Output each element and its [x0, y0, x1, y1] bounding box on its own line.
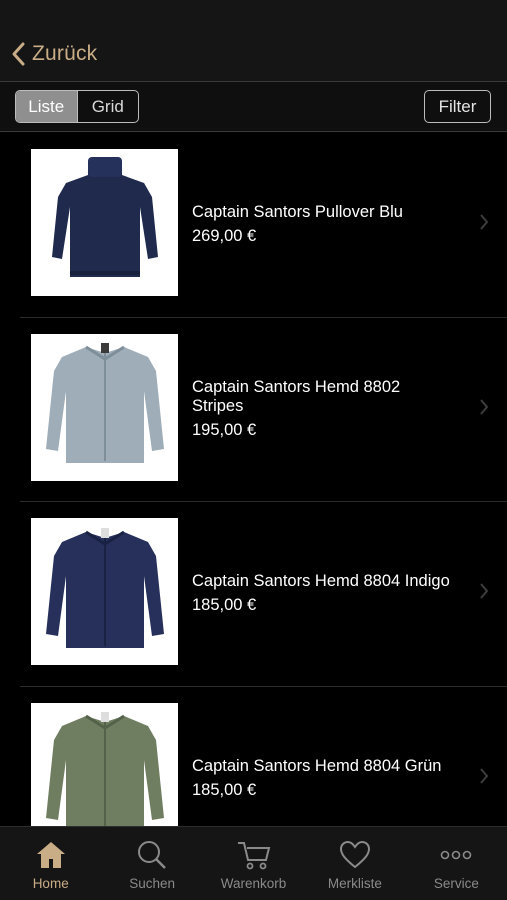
- view-toolbar: Liste Grid Filter: [0, 82, 507, 132]
- product-list[interactable]: Captain Santors Pullover Blu 269,00 € Ca…: [0, 133, 507, 826]
- tab-label: Home: [32, 876, 69, 891]
- chevron-left-icon: [12, 42, 25, 66]
- product-image: [31, 149, 178, 296]
- product-name: Captain Santors Hemd 8804 Grün: [192, 756, 442, 775]
- product-price: 195,00 €: [192, 421, 257, 439]
- cart-icon: [237, 842, 270, 870]
- product-name: Captain Santors Hemd 8804 Indigo: [192, 572, 450, 590]
- tab-suchen[interactable]: Suchen: [101, 827, 202, 900]
- product-info: Captain Santors Hemd 8804 Indigo 185,00 …: [192, 502, 452, 686]
- product-row[interactable]: Captain Santors Hemd 8804 Indigo 185,00 …: [20, 502, 507, 687]
- tab-label: Warenkorb: [220, 876, 287, 891]
- chevron-right-icon: [480, 583, 489, 599]
- product-row[interactable]: Captain Santors Hemd 8802 Stripes 195,00…: [20, 318, 507, 502]
- view-mode-segmented-control: Liste Grid: [15, 90, 139, 123]
- heart-icon: [339, 840, 370, 869]
- chevron-right-icon: [480, 767, 489, 784]
- sweater-image: [51, 156, 158, 277]
- shirt-image: [45, 527, 164, 648]
- product-image: [31, 333, 178, 481]
- product-image: [31, 518, 178, 665]
- back-label: Zurück: [32, 42, 98, 65]
- tab-warenkorb[interactable]: Warenkorb: [203, 827, 304, 900]
- segment-grid[interactable]: Grid: [76, 91, 139, 122]
- product-list-screen: Zurück Liste Grid Filter Captain Santors…: [0, 0, 507, 900]
- home-icon: [36, 842, 65, 868]
- tab-label: Suchen: [129, 876, 175, 891]
- search-icon: [138, 841, 166, 869]
- product-row[interactable]: Captain Santors Pullover Blu 269,00 €: [20, 133, 507, 318]
- chevron-right-icon: [480, 398, 489, 415]
- tab-home[interactable]: Home: [0, 827, 101, 900]
- tab-service[interactable]: Service: [406, 827, 507, 900]
- product-name: Captain Santors Pullover Blu: [192, 203, 403, 221]
- segment-liste[interactable]: Liste: [16, 91, 77, 122]
- shirt-image: [45, 712, 164, 826]
- navigation-bar: Zurück: [0, 0, 507, 82]
- shirt-image: [45, 343, 164, 463]
- filter-button[interactable]: Filter: [424, 90, 491, 123]
- product-info: Captain Santors Hemd 8802 Stripes 195,00…: [192, 318, 452, 502]
- product-price: 185,00 €: [192, 780, 257, 799]
- product-image: [31, 702, 178, 826]
- product-price: 269,00 €: [192, 227, 257, 245]
- product-name: Captain Santors Hemd 8802 Stripes: [192, 378, 401, 415]
- back-button[interactable]: Zurück: [10, 38, 97, 70]
- product-row[interactable]: Captain Santors Hemd 8804 Grün 185,00 €: [20, 687, 507, 827]
- product-info: Captain Santors Pullover Blu 269,00 €: [192, 133, 452, 317]
- product-price: 185,00 €: [192, 596, 257, 614]
- tab-merkliste[interactable]: Merkliste: [304, 827, 405, 900]
- tab-label: Service: [433, 876, 479, 891]
- tab-label: Merkliste: [327, 876, 382, 891]
- tab-bar: Home Suchen Warenkorb Merkliste Service: [0, 826, 507, 900]
- more-dots-icon: [441, 850, 472, 860]
- product-info: Captain Santors Hemd 8804 Grün 185,00 €: [192, 687, 452, 827]
- chevron-right-icon: [480, 214, 489, 230]
